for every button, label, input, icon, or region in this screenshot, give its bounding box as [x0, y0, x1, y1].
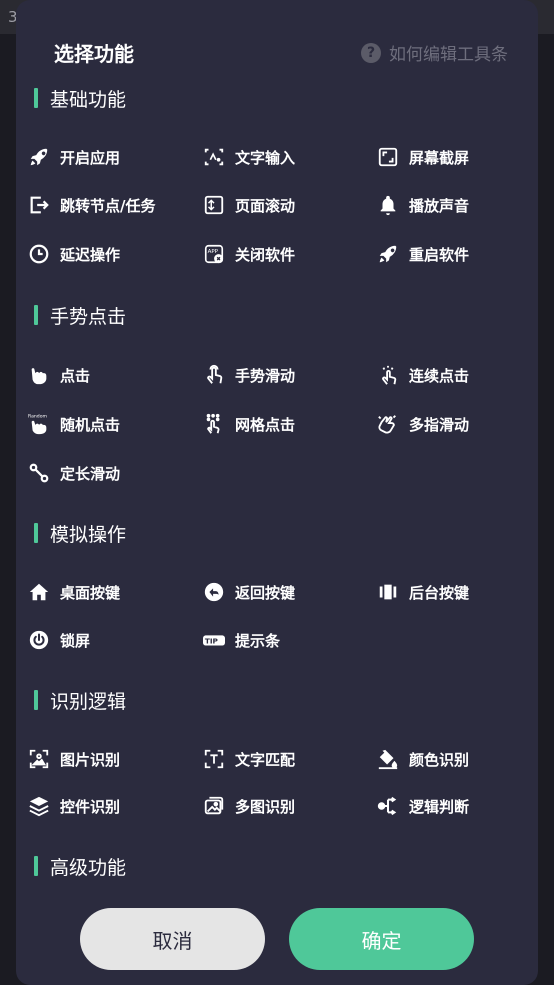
item-home-key[interactable]: 桌面按键: [28, 579, 120, 605]
item-close-app[interactable]: APP 关闭软件: [203, 241, 295, 267]
home-icon: [28, 581, 50, 603]
dialog-title: 选择功能: [54, 42, 134, 66]
tap-icon: [28, 364, 50, 386]
power-icon: [28, 629, 50, 651]
section-title: 手势点击: [50, 305, 127, 328]
section-accent-bar: [34, 88, 38, 108]
item-lock-screen[interactable]: 锁屏: [28, 627, 90, 653]
item-jump-node[interactable]: 跳转节点/任务: [28, 192, 155, 218]
page-scroll-icon: [203, 194, 225, 216]
confirm-button[interactable]: 确定: [289, 908, 474, 970]
item-image-recognize[interactable]: 图片识别: [28, 746, 120, 772]
item-screenshot[interactable]: 屏幕截屏: [377, 144, 469, 170]
item-delay[interactable]: 延迟操作: [28, 241, 120, 267]
restart-rocket-icon: [377, 243, 399, 265]
item-multi-image-recognize[interactable]: 多图识别: [203, 793, 295, 819]
item-swipe[interactable]: 手势滑动: [203, 362, 295, 388]
svg-text:Random: Random: [28, 414, 47, 420]
section-simulate: 模拟操作: [34, 518, 126, 548]
item-open-app[interactable]: 开启应用: [28, 144, 120, 170]
multi-tap-icon: [377, 364, 399, 386]
text-match-icon: [203, 748, 225, 770]
section-basic: 基础功能: [34, 83, 126, 113]
item-tap[interactable]: 点击: [28, 362, 90, 388]
item-color-recognize[interactable]: 颜色识别: [377, 746, 469, 772]
section-advanced: 高级功能: [34, 851, 126, 881]
help-link[interactable]: ? 如何编辑工具条: [361, 40, 508, 65]
fixed-swipe-icon: [28, 462, 50, 484]
item-multi-finger[interactable]: 多指滑动: [377, 411, 469, 437]
section-recognize: 识别逻辑: [34, 685, 126, 715]
svg-text:TIP: TIP: [205, 637, 219, 646]
section-accent-bar: [34, 856, 38, 876]
jump-node-icon: [28, 194, 50, 216]
section-title: 基础功能: [50, 88, 127, 111]
multi-finger-icon: [377, 413, 399, 435]
item-text-input[interactable]: 文字输入: [203, 144, 295, 170]
cancel-button[interactable]: 取消: [80, 908, 265, 970]
rocket-icon: [28, 146, 50, 168]
item-text-match[interactable]: 文字匹配: [203, 746, 295, 772]
svg-text:APP: APP: [208, 249, 219, 255]
section-accent-bar: [34, 523, 38, 543]
grid-tap-icon: [203, 413, 225, 435]
item-fixed-swipe[interactable]: 定长滑动: [28, 460, 120, 486]
item-control-recognize[interactable]: 控件识别: [28, 793, 120, 819]
item-page-scroll[interactable]: 页面滚动: [203, 192, 295, 218]
random-tap-icon: Random: [28, 413, 50, 435]
logic-branch-icon: [377, 795, 399, 817]
item-tip-bar[interactable]: TIP 提示条: [203, 627, 280, 653]
section-gesture: 手势点击: [34, 300, 126, 330]
swipe-icon: [203, 364, 225, 386]
layers-icon: [28, 795, 50, 817]
section-title: 模拟操作: [50, 523, 127, 546]
section-title: 高级功能: [50, 856, 127, 879]
bell-icon: [377, 194, 399, 216]
item-multi-tap[interactable]: 连续点击: [377, 362, 469, 388]
item-back-key[interactable]: 返回按键: [203, 579, 295, 605]
help-text: 如何编辑工具条: [389, 45, 508, 65]
function-select-dialog: 选择功能 ? 如何编辑工具条 基础功能 开启应用 文字输入 屏幕截屏 跳转节点/…: [16, 0, 538, 985]
item-logic-judge[interactable]: 逻辑判断: [377, 793, 469, 819]
clock-icon: [28, 243, 50, 265]
image-recognize-icon: [28, 748, 50, 770]
item-play-sound[interactable]: 播放声音: [377, 192, 469, 218]
help-question-icon: ?: [361, 42, 381, 63]
paint-bucket-icon: [377, 748, 399, 770]
tip-icon: TIP: [203, 629, 225, 651]
section-accent-bar: [34, 690, 38, 710]
item-random-tap[interactable]: Random 随机点击: [28, 411, 120, 437]
section-accent-bar: [34, 305, 38, 325]
multi-image-icon: [203, 795, 225, 817]
item-grid-tap[interactable]: 网格点击: [203, 411, 295, 437]
item-restart-app[interactable]: 重启软件: [377, 241, 469, 267]
close-app-icon: APP: [203, 243, 225, 265]
item-recents-key[interactable]: 后台按键: [377, 579, 469, 605]
back-icon: [203, 581, 225, 603]
section-title: 识别逻辑: [50, 690, 127, 713]
text-input-icon: [203, 146, 225, 168]
recents-icon: [377, 581, 399, 603]
screenshot-icon: [377, 146, 399, 168]
